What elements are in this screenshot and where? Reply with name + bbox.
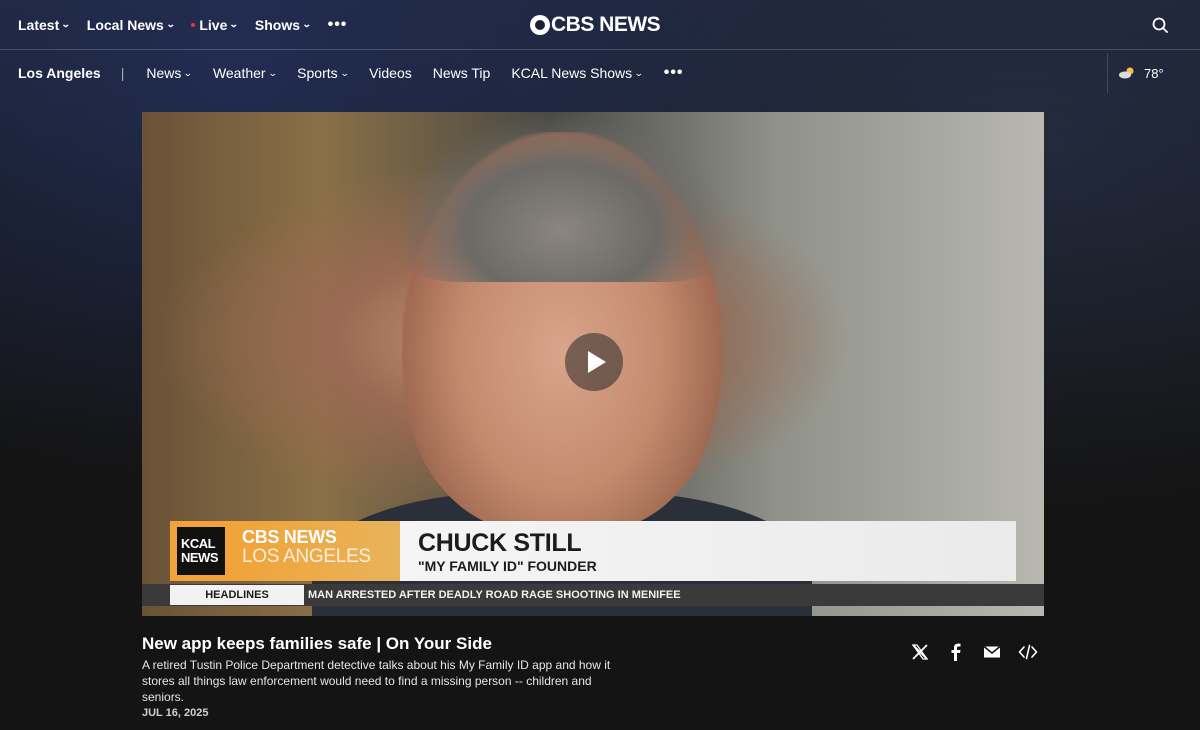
nav-divider: | (120, 65, 125, 81)
subnav-sports-label: Sports (297, 65, 338, 81)
chevron-down-icon: ⌄ (301, 19, 312, 29)
local-navigation-bar: Los Angeles | News ⌄ Weather ⌄ Sports ⌄ … (0, 53, 1200, 93)
partly-sunny-icon (1119, 67, 1134, 79)
weather-temperature: 78° (1144, 65, 1164, 81)
cbs-brand-line2: LOS ANGELES (242, 546, 371, 567)
more-menu-icon[interactable]: ••• (664, 64, 684, 82)
speaker-title: "MY FAMILY ID" FOUNDER (418, 558, 597, 574)
chevron-down-icon: ⌄ (165, 19, 176, 29)
headline-ticker: HEADLINES MAN ARRESTED AFTER DEADLY ROAD… (142, 584, 1044, 606)
chevron-down-icon: ⌄ (183, 67, 194, 78)
subnav-kcal-label: KCAL News Shows (511, 65, 633, 81)
ticker-label: HEADLINES (170, 585, 304, 605)
chevron-down-icon: ⌄ (339, 67, 350, 78)
chevron-down-icon: ⌄ (267, 67, 278, 78)
subnav-weather[interactable]: Weather ⌄ (212, 65, 278, 81)
share-bar (910, 642, 1038, 662)
nav-shows[interactable]: Shows ⌄ (254, 16, 312, 33)
kcal-logo-box: KCAL NEWS (177, 527, 225, 575)
search-icon[interactable] (1152, 17, 1168, 33)
cbs-eye-icon (530, 15, 550, 35)
ticker-text: MAN ARRESTED AFTER DEADLY ROAD RAGE SHOO… (308, 589, 681, 601)
chevron-down-icon: ⌄ (61, 19, 71, 29)
kcal-logo: KCAL NEWS (170, 521, 232, 581)
nav-live[interactable]: Live ⌄ (191, 16, 240, 33)
chevron-down-icon: ⌄ (229, 19, 240, 29)
primary-nav: Latest ⌄ Local News ⌄ Live ⌄ Shows ⌄ ••• (18, 16, 347, 34)
cbs-los-angeles-logo: CBS NEWS LOS ANGELES (232, 521, 400, 581)
weather-widget[interactable]: 78° (1107, 53, 1200, 93)
video-description: A retired Tustin Police Department detec… (142, 658, 611, 704)
nav-live-label: Live (199, 16, 228, 33)
facebook-icon[interactable] (946, 642, 966, 662)
subnav-news[interactable]: News ⌄ (146, 65, 194, 81)
chevron-down-icon: ⌄ (634, 67, 644, 78)
subnav-news-tip-label: News Tip (432, 65, 491, 81)
speaker-nameplate: CHUCK STILL "MY FAMILY ID" FOUNDER (400, 521, 1016, 581)
nav-latest[interactable]: Latest ⌄ (18, 16, 71, 33)
nav-shows-label: Shows (254, 16, 301, 33)
logo-text: CBS NEWS (551, 13, 661, 36)
kcal-line1: KCAL (181, 536, 216, 551)
embed-code-icon[interactable] (1018, 642, 1038, 662)
subnav-kcal-news-shows[interactable]: KCAL News Shows ⌄ (511, 65, 644, 81)
subnav-videos-label: Videos (369, 65, 412, 81)
subnav-news-label: News (146, 65, 182, 81)
top-navigation-bar: Latest ⌄ Local News ⌄ Live ⌄ Shows ⌄ •••… (0, 0, 1200, 50)
local-city-label[interactable]: Los Angeles (18, 65, 101, 81)
nav-latest-label: Latest (18, 16, 60, 33)
play-button[interactable] (565, 333, 623, 391)
subnav-weather-label: Weather (212, 65, 266, 81)
cbs-brand-line1: CBS NEWS (242, 527, 337, 547)
play-icon (587, 351, 606, 373)
subnav-sports[interactable]: Sports ⌄ (297, 65, 350, 81)
publish-date: JUL 16, 2025 (142, 707, 209, 719)
cbs-news-logo[interactable]: CBS NEWS (530, 12, 661, 38)
video-player[interactable]: KCAL NEWS CBS NEWS LOS ANGELES CHUCK STI… (142, 112, 1044, 616)
x-twitter-icon[interactable] (910, 642, 930, 662)
lower-third-graphic: KCAL NEWS CBS NEWS LOS ANGELES CHUCK STI… (170, 521, 1016, 581)
email-icon[interactable] (982, 642, 1002, 662)
more-menu-icon[interactable]: ••• (328, 16, 348, 34)
kcal-line2: NEWS (181, 550, 219, 565)
subnav-videos[interactable]: Videos (369, 65, 412, 81)
video-frame-hair (392, 112, 732, 282)
subnav-news-tip[interactable]: News Tip (433, 65, 491, 81)
nav-local-news-label: Local News (86, 16, 164, 33)
live-indicator-icon (191, 22, 196, 27)
video-title: New app keeps families safe | On Your Si… (142, 634, 492, 653)
nav-local-news[interactable]: Local News ⌄ (86, 16, 176, 33)
speaker-name: CHUCK STILL (418, 529, 582, 557)
